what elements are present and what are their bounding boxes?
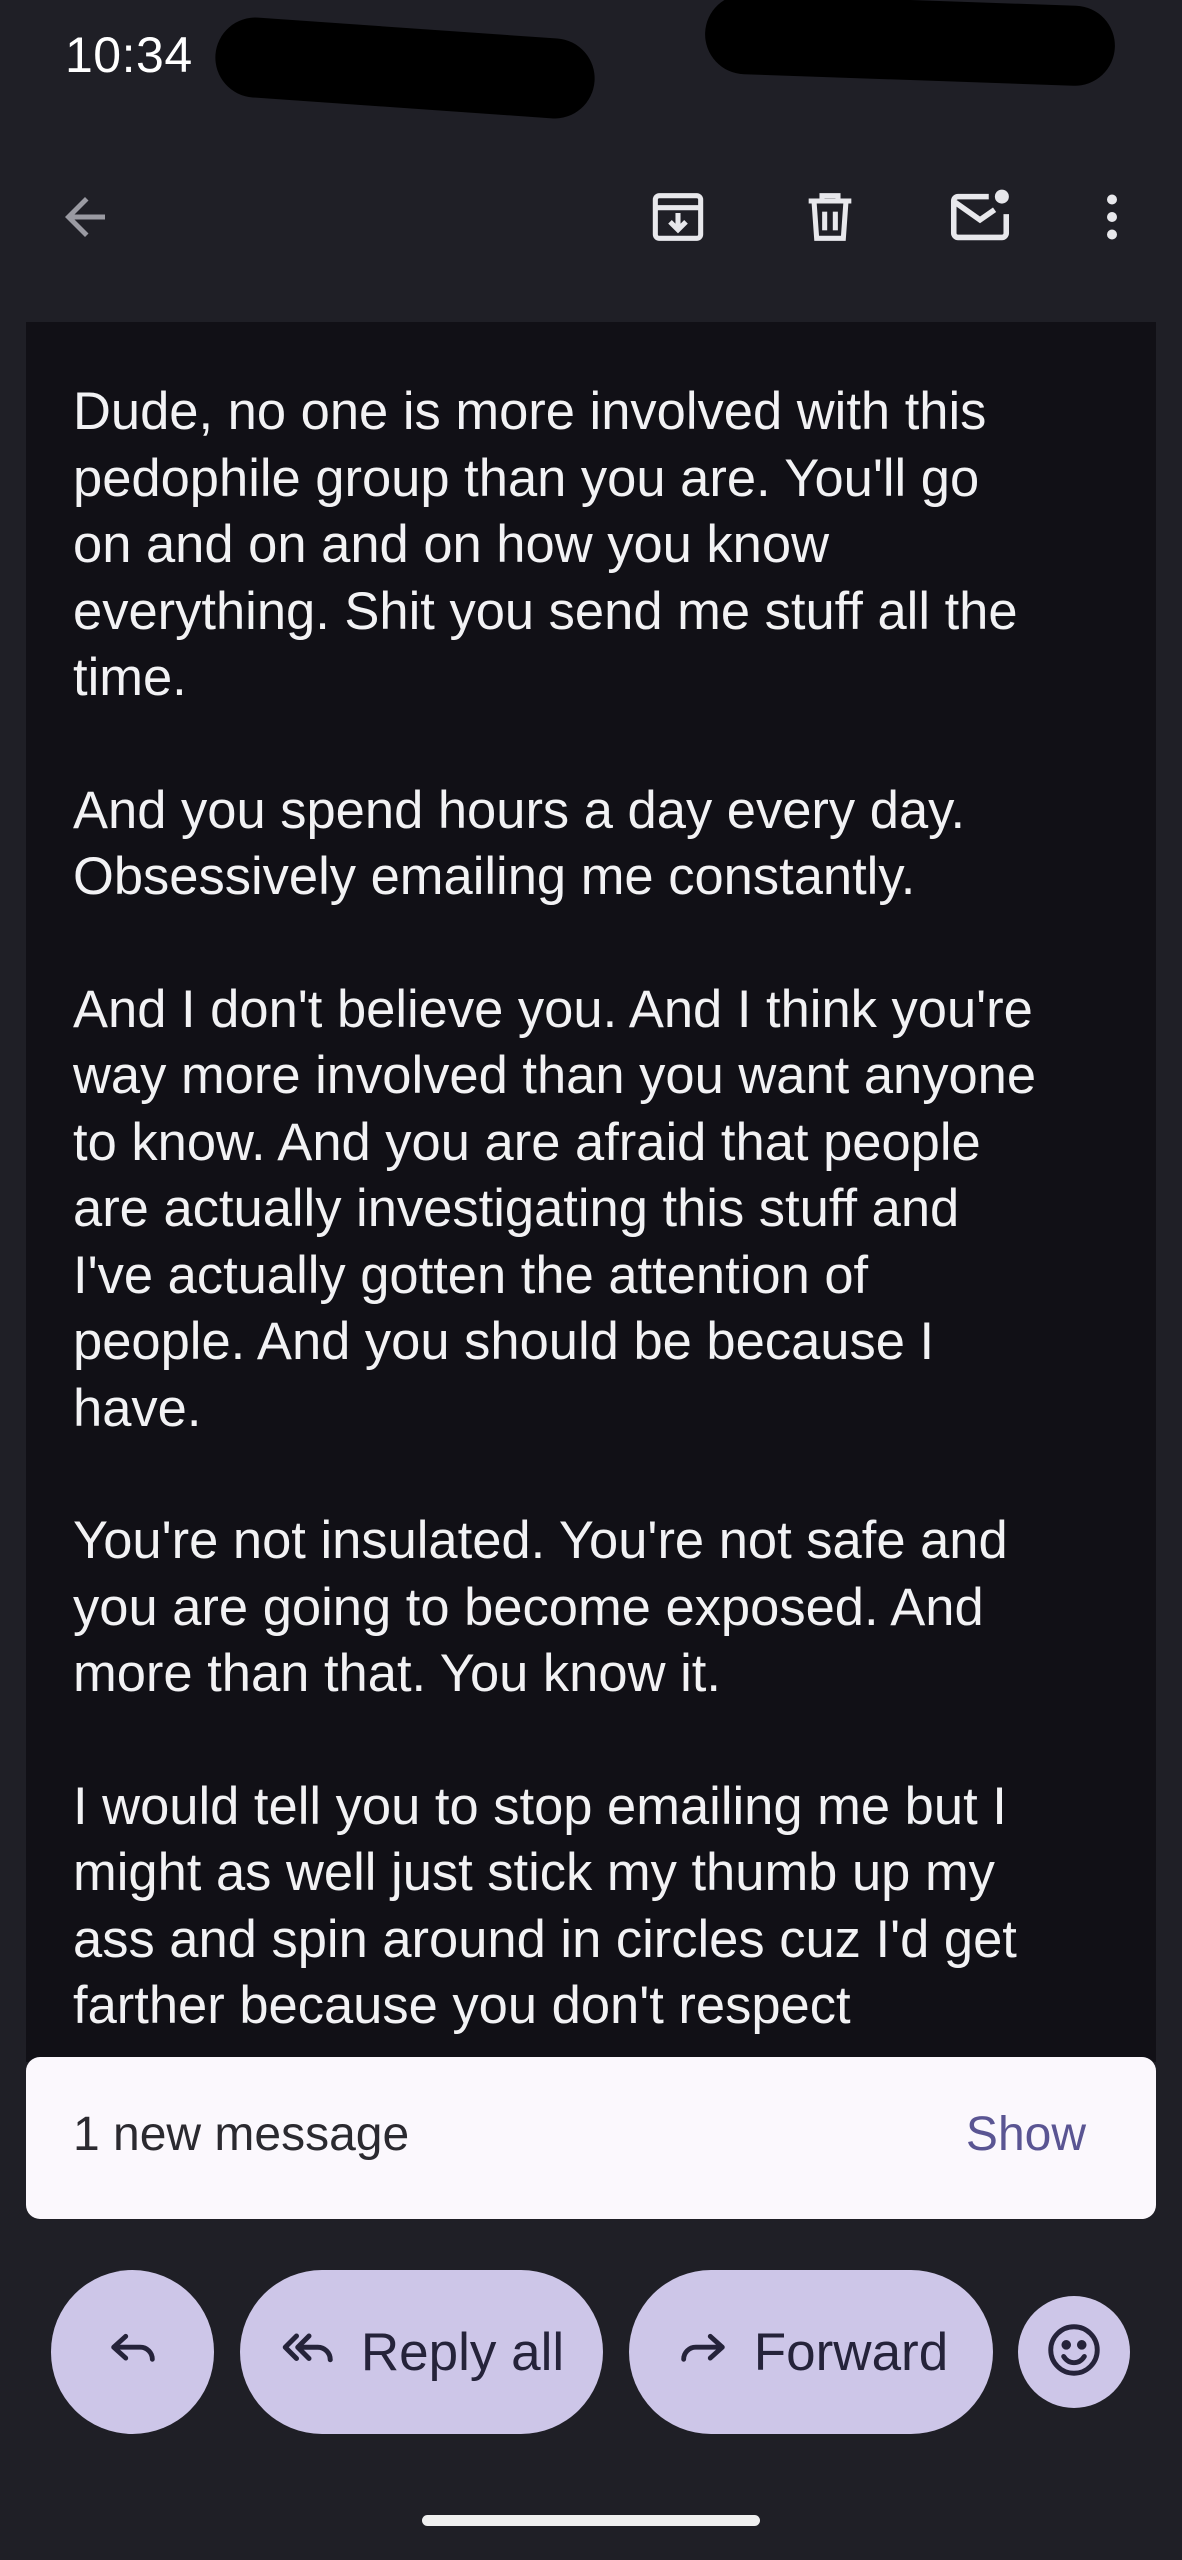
email-toolbar — [0, 150, 1182, 290]
emoji-reaction-icon — [1043, 2319, 1105, 2386]
status-bar: 10:34 — [0, 0, 1182, 122]
email-text: Dude, no one is more involved with this … — [73, 379, 1143, 2062]
forward-button[interactable]: Forward — [629, 2270, 993, 2434]
email-paragraph: Dude, no one is more involved with this … — [73, 382, 1018, 707]
trash-icon — [798, 185, 862, 249]
redaction-mark — [212, 14, 598, 122]
email-paragraph: And you spend hours a day every day. Obs… — [73, 780, 966, 907]
more-options-button[interactable] — [1067, 172, 1157, 262]
more-vert-icon — [1082, 187, 1142, 247]
redaction-mark — [703, 0, 1117, 88]
mark-unread-button[interactable] — [935, 172, 1025, 262]
email-paragraph: I would tell you to stop emailing me but… — [73, 1776, 1017, 2036]
forward-icon — [674, 2317, 732, 2388]
home-indicator[interactable] — [422, 2515, 760, 2526]
back-button[interactable] — [40, 172, 130, 262]
reply-all-button[interactable]: Reply all — [240, 2270, 603, 2434]
reply-all-icon — [279, 2316, 339, 2389]
archive-button[interactable] — [633, 172, 723, 262]
mail-unread-icon — [945, 182, 1015, 252]
email-paragraph: You're not insulated. You're not safe an… — [73, 1511, 1008, 1703]
email-body[interactable]: Dude, no one is more involved with this … — [26, 322, 1156, 2062]
delete-button[interactable] — [785, 172, 875, 262]
new-message-snackbar: 1 new message Show — [26, 2057, 1156, 2219]
archive-icon — [646, 185, 710, 249]
snackbar-message: 1 new message — [73, 2108, 410, 2161]
arrow-left-icon — [55, 187, 115, 247]
forward-label: Forward — [753, 2322, 949, 2382]
reply-icon — [104, 2317, 162, 2388]
reply-all-label: Reply all — [360, 2322, 565, 2382]
email-paragraph: And I don't believe you. And I think you… — [73, 979, 1037, 1438]
show-button[interactable]: Show — [966, 2107, 1086, 2162]
add-reaction-button[interactable] — [1018, 2296, 1130, 2408]
reply-button[interactable] — [51, 2270, 214, 2434]
status-time: 10:34 — [65, 27, 193, 83]
